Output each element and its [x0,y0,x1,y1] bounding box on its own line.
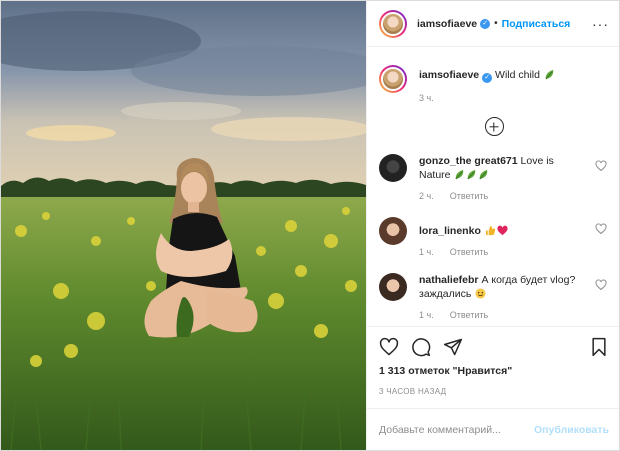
caption-username[interactable]: iamsofiaeve [419,69,479,81]
commenter-username[interactable]: lora_linenko [419,225,481,237]
comment-item: lora_linenko 1 ч. Ответить [379,217,609,257]
field-photo [1,1,366,450]
follow-button[interactable]: Подписаться [502,18,571,30]
add-comment-bar: Опубликовать [367,408,619,450]
commenter-username[interactable]: nathaliefebr [419,274,479,286]
post-header: iamsofiaeve ✓ • Подписаться ··· [367,1,619,47]
bookmark-icon[interactable] [589,337,609,357]
comment-time[interactable]: 1 ч. [419,247,434,257]
instagram-post: iamsofiaeve ✓ • Подписаться ··· iamsofia… [0,0,620,451]
caption-text: Wild child [495,69,540,81]
heart-outline-icon[interactable] [595,279,607,291]
caption-time[interactable]: 3 ч. [419,93,434,103]
plus-circle-icon[interactable] [484,117,504,136]
author-username[interactable]: iamsofiaeve [417,18,477,30]
leaf-emoji-icon [455,169,464,180]
commenter-avatar[interactable] [379,273,407,301]
verified-badge-icon: ✓ [480,18,491,29]
comment-bubble-icon[interactable] [411,337,431,357]
leaf-emoji-icon [467,169,476,180]
more-options-icon[interactable]: ··· [592,16,609,32]
comment-item: gonzo_the great671 Love is Nature 2 ч. О… [379,154,609,201]
post-actions: 1 313 отметок "Нравится" 3 ЧАСОВ НАЗАД [367,326,619,408]
reply-button[interactable]: Ответить [450,247,488,257]
author-avatar[interactable] [379,9,407,38]
header-separator: • [494,18,498,29]
comment-time[interactable]: 2 ч. [419,191,434,201]
leaf-emoji-icon [545,69,554,80]
publish-button[interactable]: Опубликовать [534,424,609,436]
commenter-avatar[interactable] [379,217,407,245]
commenter-username[interactable]: gonzo_the great671 [419,155,518,167]
post-photo[interactable] [1,1,366,450]
smile-emoji-icon [475,288,486,299]
post-side-panel: iamsofiaeve ✓ • Подписаться ··· iamsofia… [366,1,619,450]
comment-item: nathaliefebr А когда будет vlog? заждали… [379,273,609,320]
comment-time[interactable]: 1 ч. [419,310,434,320]
heart-outline-icon[interactable] [595,160,607,172]
commenter-avatar[interactable] [379,154,407,182]
verified-badge-icon: ✓ [482,73,493,83]
red-heart-emoji-icon [497,225,508,236]
leaf-emoji-icon [479,169,488,180]
post-timestamp[interactable]: 3 ЧАСОВ НАЗАД [379,387,609,396]
thumbs-up-emoji-icon [485,225,496,236]
heart-outline-icon[interactable] [379,337,399,357]
caption-avatar[interactable] [379,65,407,93]
reply-button[interactable]: Ответить [450,191,488,201]
paper-plane-icon[interactable] [443,337,463,357]
reply-button[interactable]: Ответить [450,310,488,320]
caption: iamsofiaeve ✓ Wild child 3 ч. [379,65,609,103]
comments-list: iamsofiaeve ✓ Wild child 3 ч. gonzo_the g… [367,47,619,326]
comment-input[interactable] [379,423,535,436]
heart-outline-icon[interactable] [595,223,607,235]
likes-count[interactable]: 1 313 отметок "Нравится" [379,365,609,377]
load-more [379,117,609,136]
